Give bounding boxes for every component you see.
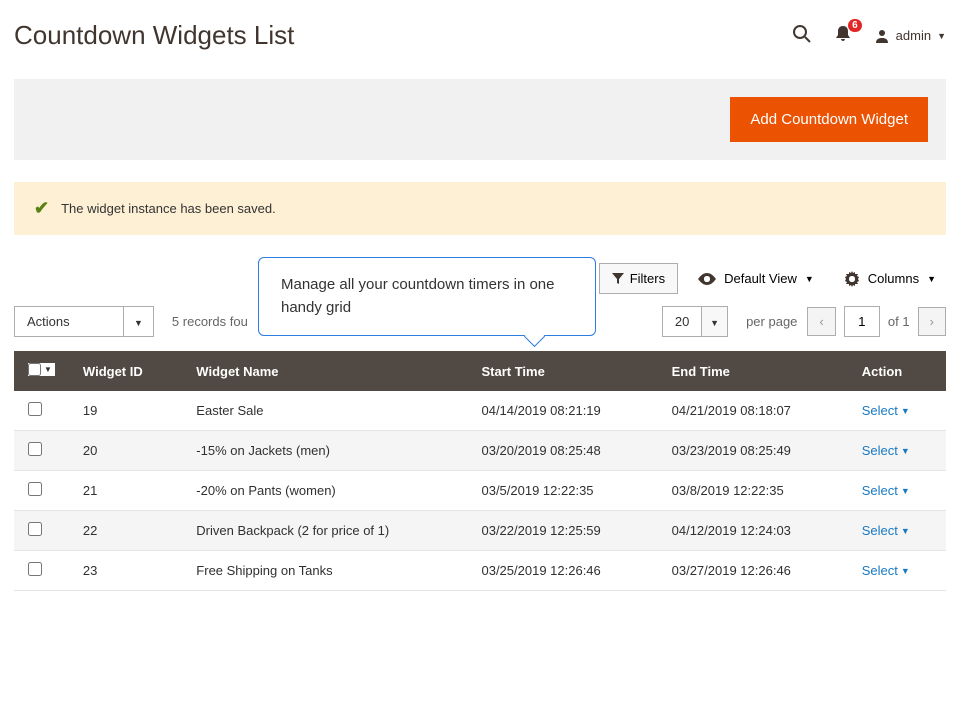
caret-down-icon[interactable]: ▼ (123, 307, 153, 336)
select-action[interactable]: Select ▼ (862, 523, 932, 538)
cell-start-time: 03/20/2019 08:25:48 (467, 431, 657, 471)
per-page-selector[interactable]: 20 ▼ (662, 306, 728, 337)
table-row[interactable]: 19 Easter Sale 04/14/2019 08:21:19 04/21… (14, 391, 946, 431)
row-checkbox[interactable] (28, 402, 42, 416)
col-widget-name[interactable]: Widget Name (182, 351, 467, 391)
cell-end-time: 03/27/2019 12:26:46 (658, 551, 848, 591)
actions-dropdown[interactable]: Actions ▼ (14, 306, 154, 337)
select-all-checkbox[interactable] (28, 363, 41, 376)
table-row[interactable]: 22 Driven Backpack (2 for price of 1) 03… (14, 511, 946, 551)
notification-badge: 6 (848, 19, 862, 32)
caret-down-icon: ▼ (937, 31, 946, 41)
success-message: ✔ The widget instance has been saved. (14, 182, 946, 235)
caret-down-icon: ▼ (901, 486, 910, 496)
table-row[interactable]: 23 Free Shipping on Tanks 03/25/2019 12:… (14, 551, 946, 591)
tooltip: Manage all your countdown timers in one … (258, 257, 596, 336)
notifications-icon[interactable]: 6 (834, 25, 852, 46)
select-action[interactable]: Select ▼ (862, 443, 932, 458)
cell-start-time: 04/14/2019 08:21:19 (467, 391, 657, 431)
columns-button[interactable]: Columns ▼ (834, 264, 946, 294)
search-icon[interactable] (792, 24, 812, 47)
row-checkbox[interactable] (28, 482, 42, 496)
caret-down-icon[interactable]: ▼ (41, 365, 55, 374)
caret-down-icon: ▼ (805, 274, 814, 284)
cell-start-time: 03/22/2019 12:25:59 (467, 511, 657, 551)
col-start-time[interactable]: Start Time (467, 351, 657, 391)
success-text: The widget instance has been saved. (61, 201, 276, 216)
row-checkbox[interactable] (28, 522, 42, 536)
cell-start-time: 03/25/2019 12:26:46 (467, 551, 657, 591)
table-row[interactable]: 20 -15% on Jackets (men) 03/20/2019 08:2… (14, 431, 946, 471)
default-view-button[interactable]: Default View ▼ (688, 264, 824, 293)
cell-widget-name: Free Shipping on Tanks (182, 551, 467, 591)
page-input[interactable] (844, 306, 880, 337)
cell-end-time: 03/23/2019 08:25:49 (658, 431, 848, 471)
cell-start-time: 03/5/2019 12:22:35 (467, 471, 657, 511)
cell-widget-name: -20% on Pants (women) (182, 471, 467, 511)
cell-end-time: 03/8/2019 12:22:35 (658, 471, 848, 511)
select-action[interactable]: Select ▼ (862, 483, 932, 498)
cell-widget-id: 22 (69, 511, 182, 551)
records-found: 5 records fou (172, 314, 248, 329)
check-icon: ✔ (34, 198, 49, 219)
row-checkbox[interactable] (28, 442, 42, 456)
cell-widget-name: Easter Sale (182, 391, 467, 431)
user-name: admin (896, 28, 931, 43)
page-title: Countdown Widgets List (14, 20, 294, 51)
grid-toolbar: Manage all your countdown timers in one … (14, 263, 946, 294)
widgets-table: ▼ Widget ID Widget Name Start Time End T… (14, 351, 946, 591)
select-action[interactable]: Select ▼ (862, 563, 932, 578)
next-page-button[interactable]: › (918, 307, 946, 336)
cell-widget-name: Driven Backpack (2 for price of 1) (182, 511, 467, 551)
caret-down-icon: ▼ (901, 526, 910, 536)
cell-widget-id: 19 (69, 391, 182, 431)
cell-widget-id: 21 (69, 471, 182, 511)
select-action[interactable]: Select ▼ (862, 403, 932, 418)
caret-down-icon: ▼ (901, 446, 910, 456)
select-all-header[interactable]: ▼ (14, 351, 69, 391)
caret-down-icon[interactable]: ▼ (702, 306, 728, 337)
table-row[interactable]: 21 -20% on Pants (women) 03/5/2019 12:22… (14, 471, 946, 511)
cell-widget-id: 20 (69, 431, 182, 471)
col-end-time[interactable]: End Time (658, 351, 848, 391)
col-action: Action (848, 351, 946, 391)
prev-page-button[interactable]: ‹ (807, 307, 835, 336)
action-bar: Add Countdown Widget (14, 79, 946, 160)
cell-widget-id: 23 (69, 551, 182, 591)
pagination: ‹ of 1 › (807, 306, 946, 337)
filters-button[interactable]: Filters (599, 263, 678, 294)
caret-down-icon: ▼ (901, 566, 910, 576)
top-bar: Countdown Widgets List 6 admin ▼ (14, 20, 946, 51)
cell-end-time: 04/21/2019 08:18:07 (658, 391, 848, 431)
cell-widget-name: -15% on Jackets (men) (182, 431, 467, 471)
add-countdown-widget-button[interactable]: Add Countdown Widget (730, 97, 928, 142)
user-menu[interactable]: admin ▼ (874, 28, 946, 44)
cell-end-time: 04/12/2019 12:24:03 (658, 511, 848, 551)
row-checkbox[interactable] (28, 562, 42, 576)
caret-down-icon: ▼ (901, 406, 910, 416)
col-widget-id[interactable]: Widget ID (69, 351, 182, 391)
caret-down-icon: ▼ (927, 274, 936, 284)
